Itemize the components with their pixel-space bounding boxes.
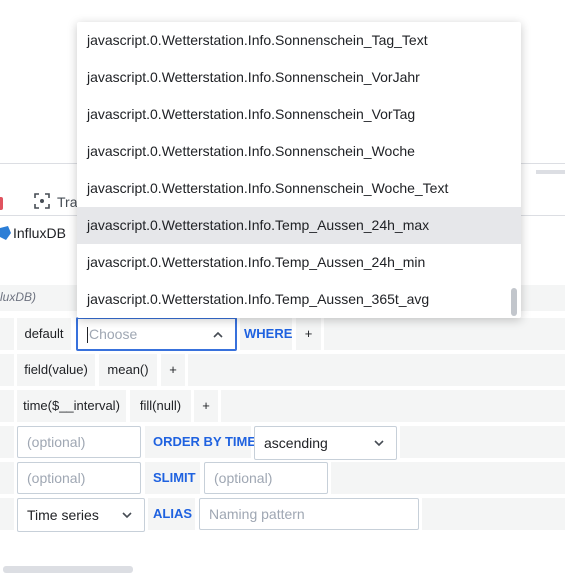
aggregation-select[interactable]: mean()	[99, 354, 157, 386]
field-select[interactable]: field(value)	[17, 354, 95, 386]
panel-edge	[536, 170, 565, 174]
datasource-name[interactable]: InfluxDB	[13, 225, 66, 241]
transform-icon[interactable]	[34, 193, 50, 209]
chevron-down-icon	[122, 512, 132, 519]
soffset-input[interactable]: (optional)	[17, 462, 141, 494]
where-keyword: WHERE	[244, 326, 293, 341]
add-where-button[interactable]: +	[296, 318, 321, 350]
chevron-down-icon	[374, 440, 384, 447]
dropdown-option[interactable]: javascript.0.Wetterstation.Info.Sonnensc…	[77, 133, 521, 170]
alias-input[interactable]: Naming pattern	[199, 498, 419, 530]
row-label	[0, 390, 14, 422]
dropdown-option[interactable]: javascript.0.Wetterstation.Info.Sonnensc…	[77, 59, 521, 96]
row-label	[0, 498, 14, 530]
add-groupby-button[interactable]: +	[194, 390, 218, 422]
measurement-placeholder: Choose	[89, 326, 138, 342]
active-tab-indicator[interactable]	[0, 197, 3, 210]
text-cursor	[87, 327, 88, 344]
order-value: ascending	[264, 435, 328, 451]
dropdown-scrollbar[interactable]	[511, 288, 517, 316]
row-label	[0, 462, 14, 494]
filler	[221, 390, 565, 422]
slimit-input[interactable]: (optional)	[204, 462, 328, 494]
filler	[400, 426, 565, 458]
chevron-up-icon	[213, 331, 223, 338]
format-select[interactable]: Time series	[17, 498, 145, 532]
limit-input[interactable]: (optional)	[17, 426, 141, 458]
horizontal-scrollbar[interactable]	[3, 566, 133, 573]
dropdown-option[interactable]: javascript.0.Wetterstation.Info.Temp_Aus…	[77, 281, 521, 318]
group-by-time[interactable]: time($__interval)	[17, 390, 126, 422]
slimit-keyword: SLIMIT	[153, 470, 196, 485]
dropdown-option-highlighted[interactable]: javascript.0.Wetterstation.Info.Temp_Aus…	[77, 207, 521, 244]
row-label	[0, 426, 14, 458]
measurement-dropdown: javascript.0.Wetterstation.Info.Sonnensc…	[77, 22, 521, 318]
query-hint: luxDB)	[0, 290, 37, 304]
dropdown-option[interactable]: javascript.0.Wetterstation.Info.Sonnensc…	[77, 22, 521, 59]
dropdown-option[interactable]: javascript.0.Wetterstation.Info.Sonnensc…	[77, 170, 521, 207]
add-select-button[interactable]: +	[161, 354, 185, 386]
order-by-time-keyword: ORDER BY TIME	[153, 434, 257, 449]
filler	[422, 498, 565, 530]
tab-transform[interactable]: Tra	[57, 194, 77, 210]
filler	[324, 318, 565, 350]
measurement-input[interactable]: Choose	[76, 317, 237, 351]
dropdown-option[interactable]: javascript.0.Wetterstation.Info.Temp_Aus…	[77, 244, 521, 281]
order-select[interactable]: ascending	[254, 426, 397, 460]
dropdown-option[interactable]: javascript.0.Wetterstation.Info.Sonnensc…	[77, 96, 521, 133]
filler	[188, 354, 565, 386]
format-value: Time series	[27, 507, 99, 523]
row-label	[0, 318, 14, 350]
policy-select[interactable]: default	[17, 318, 71, 350]
filler	[331, 462, 565, 494]
influxdb-icon	[0, 226, 11, 240]
alias-keyword: ALIAS	[153, 506, 192, 521]
row-label	[0, 354, 14, 386]
fill-select[interactable]: fill(null)	[130, 390, 191, 422]
